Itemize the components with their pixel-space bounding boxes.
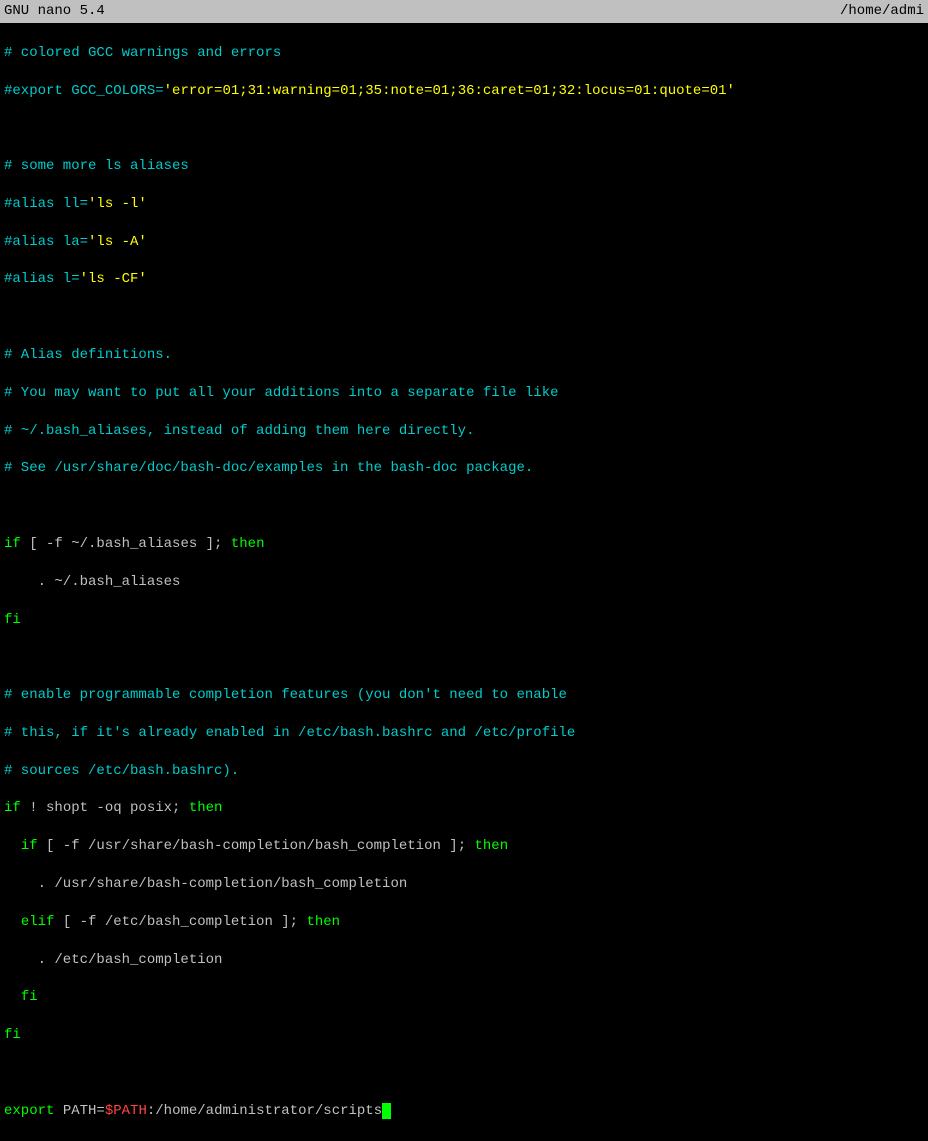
code-line: # See /usr/share/doc/bash-doc/examples i…: [4, 459, 924, 478]
code-line: [4, 1064, 924, 1083]
code-line: fi: [4, 611, 924, 630]
code-line: fi: [4, 1026, 924, 1045]
code-line: if [ -f ~/.bash_aliases ]; then: [4, 535, 924, 554]
editor-area[interactable]: # colored GCC warnings and errors #expor…: [0, 23, 928, 1141]
code-line: # this, if it's already enabled in /etc/…: [4, 724, 924, 743]
cursor: [382, 1103, 391, 1119]
code-line: . /usr/share/bash-completion/bash_comple…: [4, 875, 924, 894]
nano-title-bar: GNU nano 5.4 /home/admi: [0, 0, 928, 23]
code-line: [4, 648, 924, 667]
code-line: # Alias definitions.: [4, 346, 924, 365]
code-line: [4, 497, 924, 516]
code-line: elif [ -f /etc/bash_completion ]; then: [4, 913, 924, 932]
code-line: #alias la='ls -A': [4, 233, 924, 252]
code-line: [4, 308, 924, 327]
code-line: . /etc/bash_completion: [4, 951, 924, 970]
code-line: #export GCC_COLORS='error=01;31:warning=…: [4, 82, 924, 101]
code-line: # ~/.bash_aliases, instead of adding the…: [4, 422, 924, 441]
code-line: if [ -f /usr/share/bash-completion/bash_…: [4, 837, 924, 856]
code-line: # You may want to put all your additions…: [4, 384, 924, 403]
code-line: # enable programmable completion feature…: [4, 686, 924, 705]
code-line: #alias ll='ls -l': [4, 195, 924, 214]
code-line: fi: [4, 988, 924, 1007]
code-line: # some more ls aliases: [4, 157, 924, 176]
code-line: [4, 119, 924, 138]
code-line: # sources /etc/bash.bashrc).: [4, 762, 924, 781]
nano-filepath: /home/admi: [840, 2, 924, 21]
code-line: #alias l='ls -CF': [4, 270, 924, 289]
code-line: if ! shopt -oq posix; then: [4, 799, 924, 818]
code-line: . ~/.bash_aliases: [4, 573, 924, 592]
code-line: # colored GCC warnings and errors: [4, 44, 924, 63]
code-line: export PATH=$PATH:/home/administrator/sc…: [4, 1102, 924, 1121]
nano-app-name: GNU nano 5.4: [4, 2, 105, 21]
